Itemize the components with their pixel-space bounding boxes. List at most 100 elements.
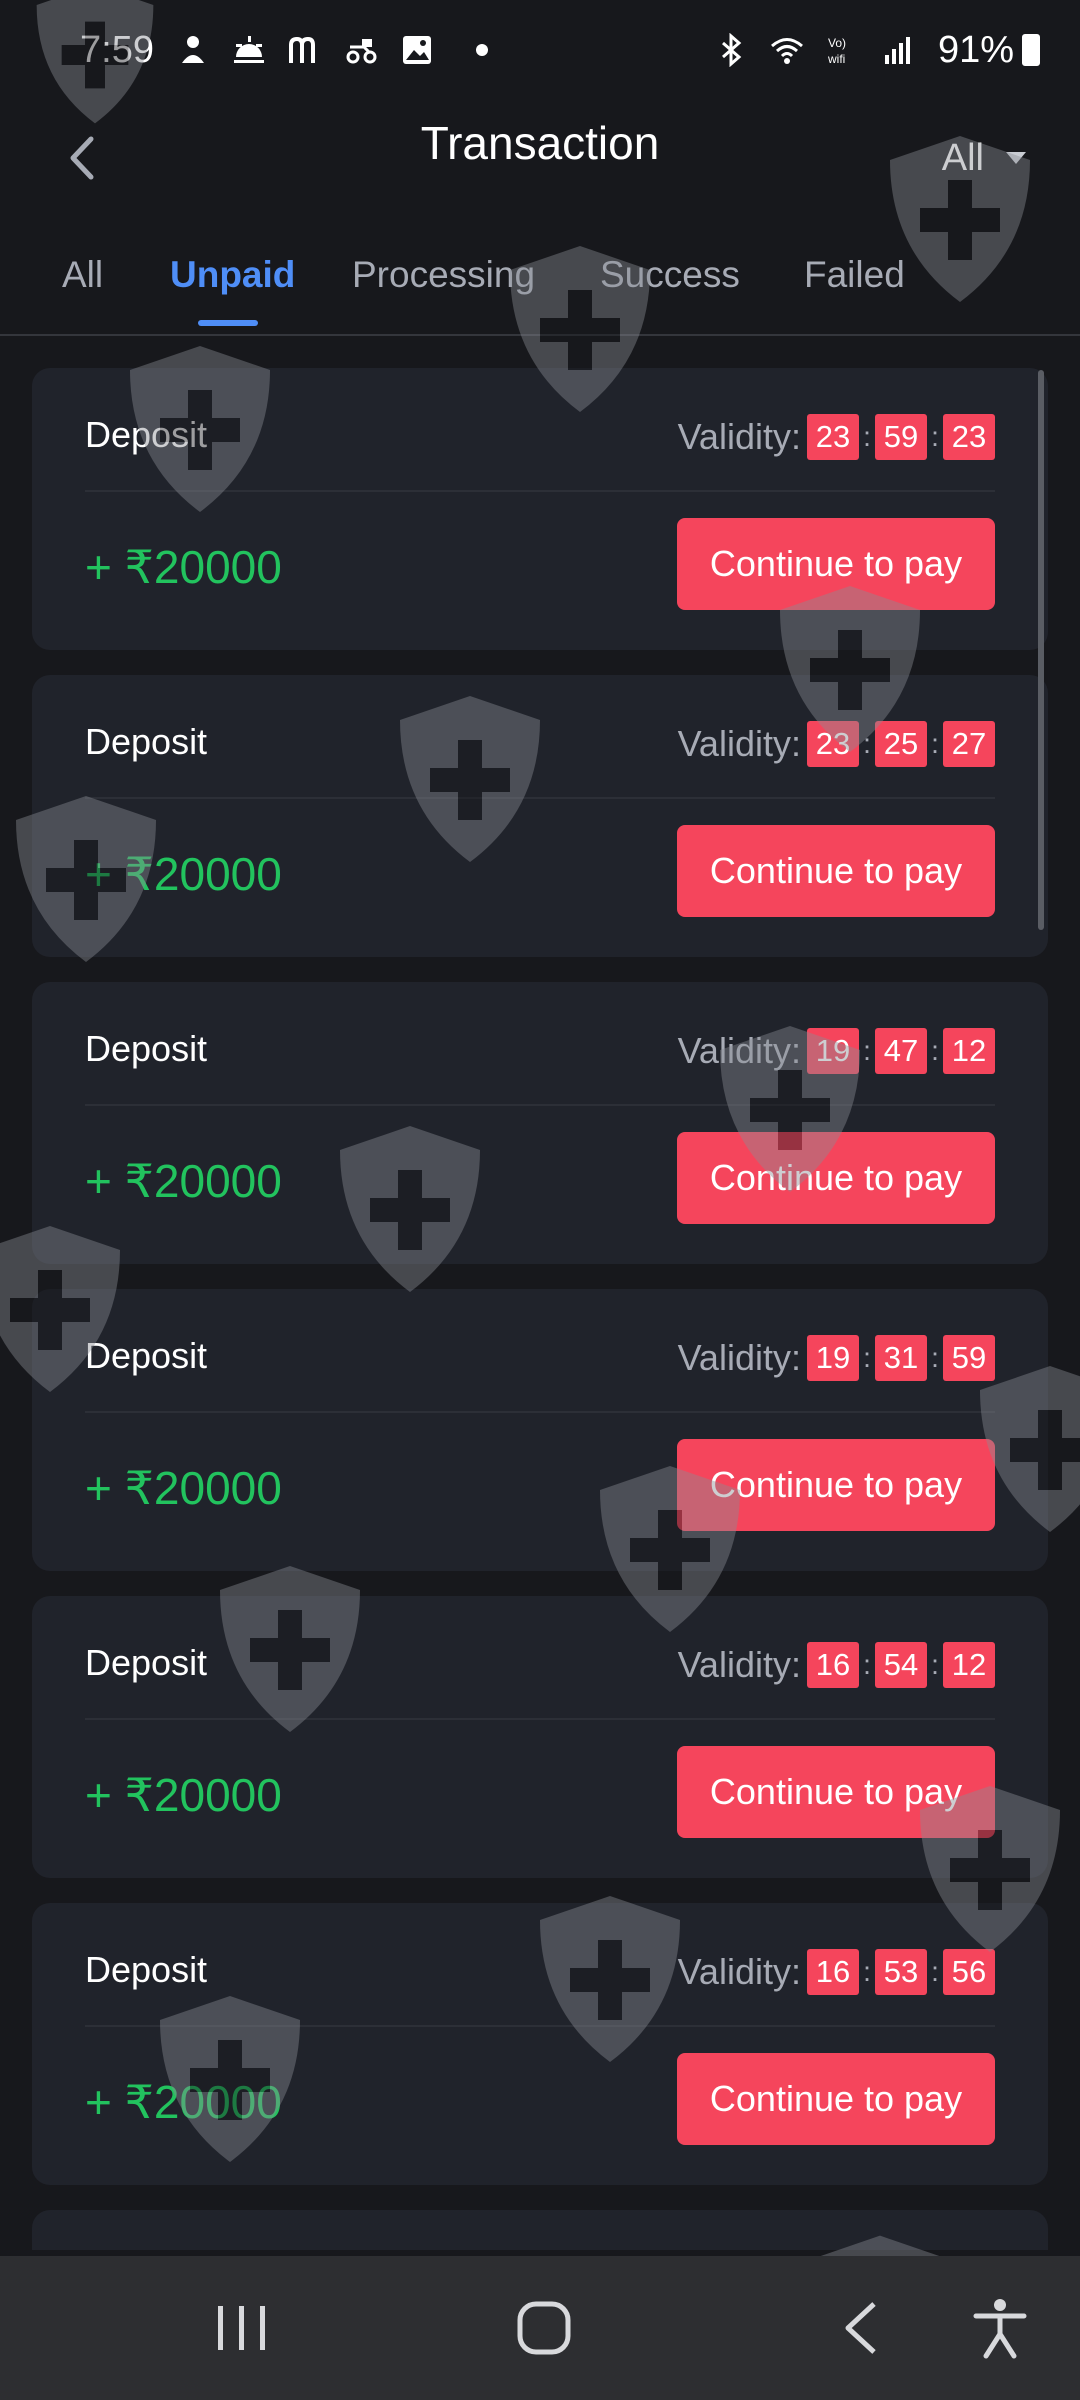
validity-timer: Validity: 23 : 25 : 27	[678, 721, 995, 767]
scrollbar[interactable]	[1038, 370, 1044, 930]
continue-to-pay-button[interactable]: Continue to pay	[677, 1132, 995, 1224]
bluetooth-icon	[721, 33, 742, 67]
transaction-amount: + ₹20000	[85, 541, 282, 593]
accessibility-icon	[973, 2299, 1027, 2359]
active-tab-indicator	[198, 320, 258, 326]
timer-separator: :	[863, 421, 871, 452]
validity-label: Validity:	[677, 1951, 801, 1992]
card-divider	[85, 1411, 995, 1413]
system-nav-bar	[0, 2256, 1080, 2400]
home-button[interactable]	[464, 2256, 624, 2400]
card-divider	[85, 2025, 995, 2027]
transaction-card: Deposit Validity: 19 : 47 : 12 + ₹20000 …	[32, 982, 1048, 1264]
status-bar: 7:59 Vo) wifi 91%	[0, 0, 1080, 100]
recent-apps-button[interactable]	[162, 2256, 322, 2400]
transaction-type: Deposit	[85, 1949, 208, 1990]
timer-minutes: 47	[875, 1028, 927, 1074]
timer-minutes: 54	[875, 1642, 927, 1688]
transaction-amount: + ₹20000	[85, 2076, 282, 2128]
continue-to-pay-button[interactable]: Continue to pay	[677, 825, 995, 917]
wifi-icon	[770, 38, 803, 64]
tab-processing[interactable]: Processing	[352, 254, 535, 296]
signal-icon	[884, 37, 910, 64]
transaction-card: Deposit Validity: 16 : 53 : 56 + ₹20000 …	[32, 1903, 1048, 2185]
svg-text:wifi: wifi	[827, 52, 845, 66]
header: Transaction All	[0, 100, 1080, 220]
tab-failed[interactable]: Failed	[804, 254, 905, 296]
timer-hours: 23	[807, 721, 859, 767]
back-icon	[845, 2302, 876, 2354]
image-icon	[402, 36, 431, 64]
validity-timer: Validity: 16 : 53 : 56	[678, 1949, 995, 1995]
timer-separator: :	[931, 728, 939, 759]
validity-label: Validity:	[677, 1337, 801, 1378]
page-title: Transaction	[420, 117, 660, 169]
timer-hours: 16	[807, 1949, 859, 1995]
timer-seconds: 12	[943, 1642, 995, 1688]
timer-separator: :	[931, 1035, 939, 1066]
timer-separator: :	[863, 1649, 871, 1680]
transaction-card: Deposit Validity: 23 : 59 : 23 + ₹20000 …	[32, 368, 1048, 650]
transaction-card: Deposit Validity: 23 : 25 : 27 + ₹20000 …	[32, 675, 1048, 957]
recent-apps-icon	[218, 2306, 265, 2350]
timer-hours: 23	[807, 414, 859, 460]
continue-to-pay-button[interactable]: Continue to pay	[677, 2053, 995, 2145]
timer-separator: :	[931, 1649, 939, 1680]
validity-timer: Validity: 23 : 59 : 23	[678, 414, 995, 460]
timer-hours: 19	[807, 1028, 859, 1074]
battery-indicator: 91%	[938, 29, 1040, 72]
status-time: 7:59	[80, 28, 154, 71]
timer-seconds: 12	[943, 1028, 995, 1074]
transaction-amount: + ₹20000	[85, 848, 282, 900]
timer-seconds: 23	[943, 414, 995, 460]
tab-all[interactable]: All	[62, 254, 103, 296]
continue-to-pay-button[interactable]: Continue to pay	[677, 1439, 995, 1531]
sunrise-icon	[233, 36, 264, 63]
m-app-icon	[288, 36, 315, 63]
transaction-type: Deposit	[85, 1335, 208, 1376]
timer-minutes: 31	[875, 1335, 927, 1381]
filter-dropdown[interactable]: All	[942, 118, 1028, 198]
validity-label: Validity:	[677, 416, 801, 457]
accessibility-button[interactable]	[940, 2256, 1060, 2400]
transaction-card: Deposit Validity: 19 : 31 : 59 + ₹20000 …	[32, 1289, 1048, 1571]
status-left: 7:59	[80, 29, 488, 72]
svg-text:Vo): Vo)	[828, 36, 846, 50]
timer-seconds: 27	[943, 721, 995, 767]
timer-hours: 16	[807, 1642, 859, 1688]
delivery-icon	[346, 39, 377, 64]
status-tabs: All Unpaid Processing Success Failed	[0, 230, 1080, 336]
card-divider	[85, 1718, 995, 1720]
validity-label: Validity:	[677, 723, 801, 764]
validity-timer: Validity: 19 : 31 : 59	[678, 1335, 995, 1381]
tab-unpaid[interactable]: Unpaid	[170, 254, 295, 296]
timer-separator: :	[863, 1035, 871, 1066]
battery-percent: 91%	[937, 28, 1014, 71]
status-right: Vo) wifi 91%	[714, 29, 1040, 72]
transaction-card: Deposit Validity: 16 : 54 : 12 + ₹20000 …	[32, 1596, 1048, 1878]
timer-separator: :	[931, 421, 939, 452]
filter-value: All	[941, 136, 984, 179]
home-icon	[517, 2301, 571, 2355]
validity-label: Validity:	[677, 1644, 801, 1685]
continue-to-pay-button[interactable]: Continue to pay	[677, 1746, 995, 1838]
validity-label: Validity:	[677, 1030, 801, 1071]
timer-separator: :	[863, 728, 871, 759]
tab-success[interactable]: Success	[600, 254, 740, 296]
timer-minutes: 53	[875, 1949, 927, 1995]
timer-separator: :	[863, 1956, 871, 1987]
transaction-card-partial	[32, 2210, 1048, 2250]
system-back-button[interactable]	[780, 2256, 940, 2400]
card-divider	[85, 490, 995, 492]
transaction-amount: + ₹20000	[85, 1155, 282, 1207]
vowifi-icon: Vo) wifi	[827, 36, 846, 66]
timer-separator: :	[863, 1342, 871, 1373]
continue-to-pay-button[interactable]: Continue to pay	[677, 518, 995, 610]
card-divider	[85, 1104, 995, 1106]
caret-down-icon	[1006, 152, 1026, 164]
transaction-type: Deposit	[85, 414, 208, 455]
timer-hours: 19	[807, 1335, 859, 1381]
timer-minutes: 59	[875, 414, 927, 460]
timer-separator: :	[931, 1956, 939, 1987]
timer-seconds: 59	[943, 1335, 995, 1381]
